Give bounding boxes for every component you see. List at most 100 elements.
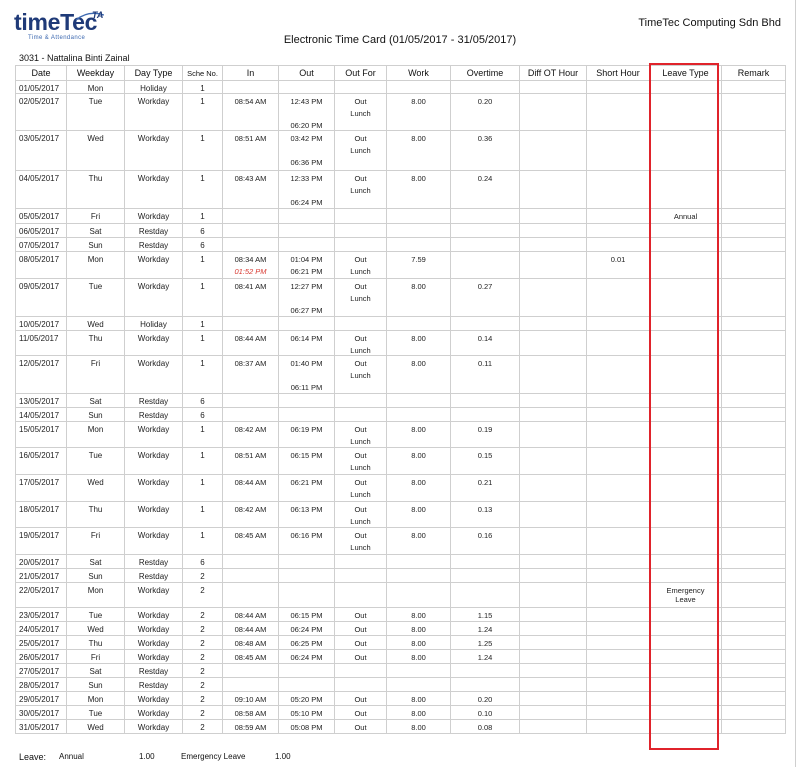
cell-sche-no-text: 2 [200, 611, 205, 620]
cell-in: 08:34 AM 01:52 PM [222, 251, 279, 279]
cell-short-hour [586, 80, 650, 94]
cell-work: 8.00 [386, 474, 451, 502]
cell-overtime: 0.08 [450, 719, 520, 734]
cell-out-line: 06:16 PM [290, 531, 323, 540]
cell-sche-no-text: 6 [200, 558, 205, 567]
cell-overtime [450, 208, 520, 224]
cell-out [278, 677, 335, 692]
cell-out-line: 06:14 PM [290, 334, 323, 343]
cell-day-type: Restday [124, 554, 183, 569]
cell-date-text: 07/05/2017 [19, 241, 60, 250]
cell-work-text: 8.00 [411, 505, 426, 514]
cell-weekday: Sat [66, 223, 125, 238]
cell-overtime-text: 0.10 [477, 709, 493, 718]
cell-out-for [334, 677, 387, 692]
cell-out-for [334, 237, 387, 252]
cell-date-text: 24/05/2017 [19, 625, 60, 634]
cell-day-type: Workday [124, 691, 183, 706]
cell-remark [721, 705, 786, 720]
cell-out-line: 12:43 PM [290, 97, 323, 106]
cell-in-line: 08:34 AM [234, 255, 267, 264]
cell-date: 07/05/2017 [15, 237, 67, 252]
cell-work-text: 8.00 [411, 695, 426, 704]
cell-day-type-text: Workday [137, 282, 170, 291]
table-row: 01/05/2017 Mon Holiday 1 [15, 80, 786, 94]
cell-out: 06:19 PM [278, 421, 335, 448]
cell-weekday: Thu [66, 635, 125, 650]
cell-sche-no-text: 1 [200, 174, 205, 183]
cell-out-for-line: Out [354, 425, 367, 434]
cell-weekday: Mon [66, 251, 125, 279]
cell-remark [721, 421, 786, 448]
cell-sche-no: 2 [182, 663, 223, 678]
cell-work: 8.00 [386, 527, 451, 555]
cell-weekday-text: Mon [87, 84, 104, 93]
cell-weekday: Tue [66, 705, 125, 720]
cell-day-type-text: Workday [137, 653, 170, 662]
cell-out-line: 06:21 PM [290, 478, 323, 487]
cell-overtime: 0.20 [450, 93, 520, 131]
cell-date-text: 21/05/2017 [19, 572, 60, 581]
cell-in-line: 08:51 AM [234, 451, 267, 460]
cell-out-line [279, 186, 334, 195]
cell-weekday: Tue [66, 278, 125, 317]
cell-overtime-text: 0.15 [477, 451, 493, 460]
cell-overtime-text: 0.11 [477, 359, 493, 368]
cell-out-line: 03:42 PM [290, 134, 323, 143]
cell-diff-ot-hour [519, 93, 587, 131]
cell-date-text: 17/05/2017 [19, 478, 60, 487]
cell-sche-no: 2 [182, 649, 223, 664]
cell-diff-ot-hour [519, 393, 587, 408]
cell-work-text: 8.00 [411, 639, 426, 648]
cell-sche-no: 1 [182, 447, 223, 475]
cell-date-text: 12/05/2017 [19, 359, 60, 368]
cell-out-line: 06:15 PM [290, 611, 323, 620]
cell-date: 04/05/2017 [15, 170, 67, 209]
cell-work-text: 8.00 [411, 723, 426, 732]
cell-overtime-text: 0.21 [477, 478, 493, 487]
table-header-row: Date Weekday Day Type Sche No. In Out Ou… [15, 65, 786, 81]
cell-day-type: Workday [124, 607, 183, 622]
time-card-table: Date Weekday Day Type Sche No. In Out Ou… [15, 65, 786, 734]
cell-diff-ot-hour [519, 582, 587, 608]
cell-out-for-line: Out [354, 505, 367, 514]
cell-in: 08:44 AM [222, 621, 279, 636]
cell-in [222, 237, 279, 252]
column-header-day-type: Day Type [124, 65, 183, 81]
cell-in-line: 08:44 AM [234, 334, 267, 343]
column-header-weekday: Weekday [66, 65, 125, 81]
cell-out-line: 01:04 PM [290, 255, 323, 264]
cell-sche-no: 2 [182, 607, 223, 622]
cell-date-text: 20/05/2017 [19, 558, 60, 567]
cell-in: 08:42 AM [222, 421, 279, 448]
cell-date: 10/05/2017 [15, 316, 67, 331]
cell-day-type-text: Workday [137, 174, 170, 183]
cell-work: 8.00 [386, 705, 451, 720]
cell-out-line: 06:36 PM [290, 158, 323, 167]
cell-out-for-line: Lunch [350, 371, 371, 380]
table-row: 26/05/2017 Fri Workday 2 08:45 AM 06:24 PM Out… [15, 649, 786, 664]
cell-short-hour [586, 447, 650, 475]
cell-date-text: 16/05/2017 [19, 451, 60, 460]
cell-date-text: 31/05/2017 [19, 723, 60, 732]
cell-in: 08:44 AM [222, 330, 279, 356]
cell-out-for-line: Lunch [350, 267, 371, 276]
cell-in [222, 554, 279, 569]
cell-work-text: 8.00 [411, 625, 426, 634]
cell-overtime: 0.13 [450, 501, 520, 528]
cell-sche-no-text: 1 [200, 97, 205, 106]
cell-in [222, 582, 279, 608]
cell-weekday-text: Tue [88, 611, 103, 620]
cell-date: 28/05/2017 [15, 677, 67, 692]
cell-out-for: Out Lunch [334, 93, 387, 131]
table-row: 29/05/2017 Mon Workday 2 09:10 AM 05:20 PM Out… [15, 691, 786, 706]
cell-sche-no: 2 [182, 568, 223, 583]
cell-leave-type [649, 649, 722, 664]
cell-out-for: Out Lunch [334, 330, 387, 356]
cell-in [222, 316, 279, 331]
cell-date-text: 29/05/2017 [19, 695, 60, 704]
cell-remark [721, 393, 786, 408]
cell-in: 08:51 AM [222, 447, 279, 475]
cell-date-text: 22/05/2017 [19, 586, 60, 595]
cell-work: 8.00 [386, 278, 451, 317]
